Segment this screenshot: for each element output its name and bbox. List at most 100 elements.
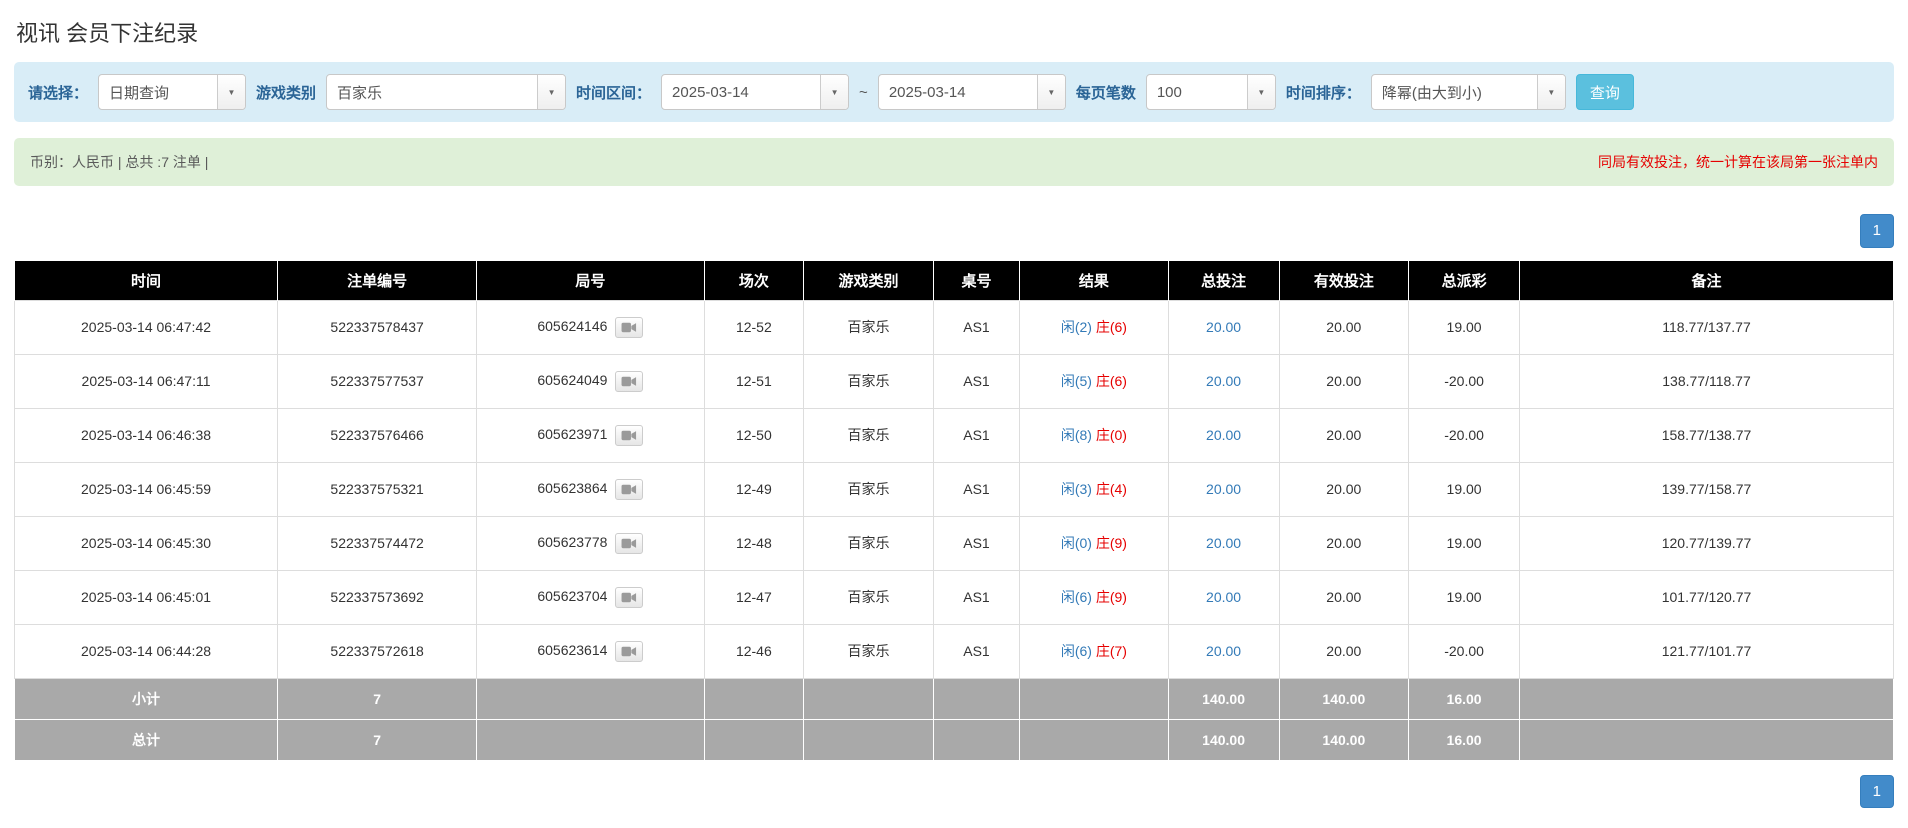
cell-round-id: 605624049 — [477, 354, 704, 408]
date-to-combo[interactable]: ▼ — [878, 74, 1066, 110]
date-from-input[interactable] — [662, 75, 820, 109]
video-camera-icon — [621, 646, 637, 657]
cell-round-id: 605623778 — [477, 516, 704, 570]
cell-result: 闲(6) 庄(9) — [1020, 570, 1168, 624]
cell-session: 12-50 — [704, 408, 804, 462]
video-camera-icon — [621, 376, 637, 387]
query-type-input[interactable] — [99, 75, 217, 109]
cell-time: 2025-03-14 06:47:11 — [15, 354, 278, 408]
player-result: 闲(2) — [1061, 319, 1092, 335]
total-bet-link[interactable]: 20.00 — [1206, 319, 1241, 335]
cell-payout: 19.00 — [1409, 570, 1520, 624]
cell-table-no: AS1 — [933, 570, 1019, 624]
total-bet-link[interactable]: 20.00 — [1206, 643, 1241, 659]
video-camera-icon — [621, 322, 637, 333]
round-id-text: 605624049 — [537, 372, 607, 388]
date-to-input[interactable] — [879, 75, 1037, 109]
header-valid-bet: 有效投注 — [1279, 260, 1409, 300]
table-row: 2025-03-14 06:47:11522337577537605624049… — [15, 354, 1894, 408]
header-round-id: 局号 — [477, 260, 704, 300]
date-from-dropdown-toggle[interactable]: ▼ — [820, 75, 848, 109]
player-result: 闲(0) — [1061, 535, 1092, 551]
page-size-dropdown-toggle[interactable]: ▼ — [1247, 75, 1275, 109]
game-type-combo[interactable]: ▼ — [326, 74, 566, 110]
subtotal-total-bet: 140.00 — [1168, 678, 1279, 719]
total-bet-link[interactable]: 20.00 — [1206, 589, 1241, 605]
game-type-input[interactable] — [327, 75, 537, 109]
round-result-button[interactable] — [615, 533, 643, 554]
cell-total-bet: 20.00 — [1168, 408, 1279, 462]
banker-result: 庄(0) — [1096, 427, 1127, 443]
total-bet-link[interactable]: 20.00 — [1206, 535, 1241, 551]
query-type-dropdown-toggle[interactable]: ▼ — [217, 75, 245, 109]
round-id-text: 605623971 — [537, 426, 607, 442]
page-1-button[interactable]: 1 — [1860, 214, 1894, 248]
cell-result: 闲(6) 庄(7) — [1020, 624, 1168, 678]
currency-total-text: 币别：人民币 | 总共 :7 注单 | — [30, 152, 208, 172]
cell-total-bet: 20.00 — [1168, 570, 1279, 624]
cell-result: 闲(8) 庄(0) — [1020, 408, 1168, 462]
banker-result: 庄(7) — [1096, 643, 1127, 659]
game-type-dropdown-toggle[interactable]: ▼ — [537, 75, 565, 109]
round-result-button[interactable] — [615, 587, 643, 608]
header-total-bet: 总投注 — [1168, 260, 1279, 300]
player-result: 闲(3) — [1061, 481, 1092, 497]
sort-dropdown-toggle[interactable]: ▼ — [1537, 75, 1565, 109]
cell-remark: 121.77/101.77 — [1520, 624, 1894, 678]
total-bet-link[interactable]: 20.00 — [1206, 427, 1241, 443]
round-result-button[interactable] — [615, 317, 643, 338]
page-1-button[interactable]: 1 — [1860, 775, 1894, 809]
header-session: 场次 — [704, 260, 804, 300]
total-valid-bet: 140.00 — [1279, 719, 1409, 760]
sort-input[interactable] — [1372, 75, 1537, 109]
query-type-combo[interactable]: ▼ — [98, 74, 246, 110]
date-from-combo[interactable]: ▼ — [661, 74, 849, 110]
cell-total-bet: 20.00 — [1168, 624, 1279, 678]
cell-time: 2025-03-14 06:45:01 — [15, 570, 278, 624]
search-button[interactable]: 查询 — [1576, 74, 1634, 110]
cell-round-id: 605623704 — [477, 570, 704, 624]
cell-result: 闲(5) 庄(6) — [1020, 354, 1168, 408]
cell-table-no: AS1 — [933, 408, 1019, 462]
cell-total-bet: 20.00 — [1168, 354, 1279, 408]
round-result-button[interactable] — [615, 479, 643, 500]
total-count: 7 — [278, 719, 477, 760]
header-table-no: 桌号 — [933, 260, 1019, 300]
round-result-button[interactable] — [615, 641, 643, 662]
page-size-input[interactable] — [1147, 75, 1247, 109]
round-id-text: 605623778 — [537, 534, 607, 550]
header-result: 结果 — [1020, 260, 1168, 300]
total-bet-link[interactable]: 20.00 — [1206, 481, 1241, 497]
cell-result: 闲(2) 庄(6) — [1020, 300, 1168, 354]
cell-bet-id: 522337572618 — [278, 624, 477, 678]
total-label: 总计 — [15, 719, 278, 760]
cell-payout: -20.00 — [1409, 408, 1520, 462]
cell-valid-bet: 20.00 — [1279, 570, 1409, 624]
pagination-bottom: 1 — [14, 775, 1894, 809]
table-row: 2025-03-14 06:45:01522337573692605623704… — [15, 570, 1894, 624]
player-result: 闲(6) — [1061, 643, 1092, 659]
total-bet-link[interactable]: 20.00 — [1206, 373, 1241, 389]
cell-table-no: AS1 — [933, 516, 1019, 570]
cell-payout: -20.00 — [1409, 354, 1520, 408]
table-row: 2025-03-14 06:44:28522337572618605623614… — [15, 624, 1894, 678]
date-to-dropdown-toggle[interactable]: ▼ — [1037, 75, 1065, 109]
page-size-label: 每页笔数 — [1076, 82, 1136, 103]
video-camera-icon — [621, 538, 637, 549]
cell-remark: 118.77/137.77 — [1520, 300, 1894, 354]
round-result-button[interactable] — [615, 371, 643, 392]
cell-session: 12-46 — [704, 624, 804, 678]
table-row: 2025-03-14 06:45:59522337575321605623864… — [15, 462, 1894, 516]
subtotal-empty-cell — [1020, 678, 1168, 719]
subtotal-label: 小计 — [15, 678, 278, 719]
round-result-button[interactable] — [615, 425, 643, 446]
banker-result: 庄(4) — [1096, 481, 1127, 497]
cell-time: 2025-03-14 06:46:38 — [15, 408, 278, 462]
cell-session: 12-52 — [704, 300, 804, 354]
sort-combo[interactable]: ▼ — [1371, 74, 1566, 110]
subtotal-valid-bet: 140.00 — [1279, 678, 1409, 719]
page-size-combo[interactable]: ▼ — [1146, 74, 1276, 110]
cell-bet-id: 522337576466 — [278, 408, 477, 462]
chevron-down-icon: ▼ — [1257, 88, 1265, 97]
cell-game-type: 百家乐 — [804, 462, 934, 516]
